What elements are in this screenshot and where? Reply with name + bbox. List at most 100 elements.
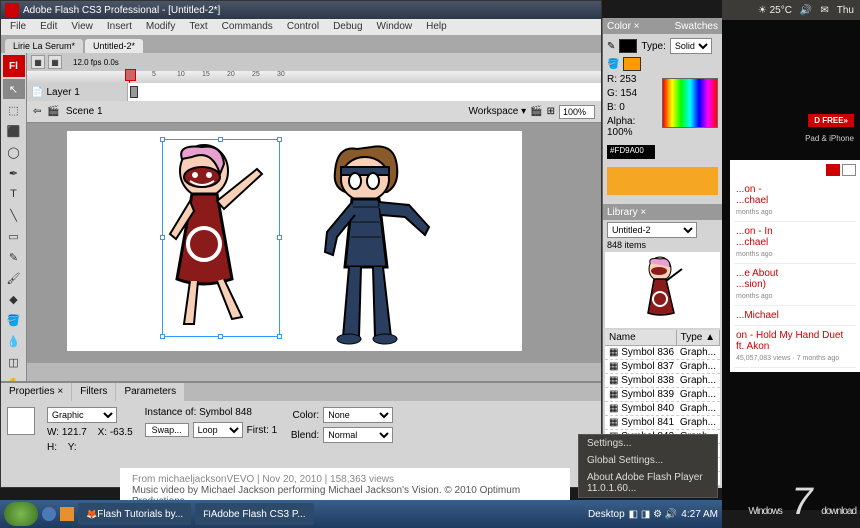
scene-name[interactable]: Scene 1 <box>66 106 103 117</box>
symbol-instance[interactable] <box>317 137 447 357</box>
related-video-item[interactable]: ...e About...sion)months ago <box>734 264 856 306</box>
timeline-btn[interactable]: ▦ <box>31 55 45 69</box>
menu-commands[interactable]: Commands <box>215 19 280 35</box>
free-transform-tool[interactable]: ⬛ <box>3 121 25 141</box>
related-video-item[interactable]: ...Michael <box>734 306 856 326</box>
volume-icon[interactable]: 🔊 <box>800 5 812 16</box>
text-tool[interactable]: T <box>3 184 25 204</box>
eyedropper-tool[interactable]: 💧 <box>3 331 25 351</box>
taskbar-item[interactable]: Fl Adobe Flash CS3 P... <box>195 503 313 525</box>
library-doc-select[interactable]: Untitled-2 <box>607 222 697 238</box>
col-type[interactable]: Type ▲ <box>677 330 720 345</box>
library-item[interactable]: ▦ Symbol 840Graph... <box>605 402 720 416</box>
blend-select[interactable]: Normal <box>323 427 393 443</box>
y-value[interactable]: Y: <box>68 442 77 453</box>
clock[interactable]: 4:27 AM <box>681 509 718 520</box>
menu-edit[interactable]: Edit <box>33 19 64 35</box>
related-video-item[interactable]: ...on - In...chaelmonths ago <box>734 222 856 264</box>
edit-symbol-icon[interactable]: ⊞ <box>547 106 555 117</box>
mail-icon[interactable]: ✉ <box>820 5 828 16</box>
grid-view-icon[interactable] <box>826 164 840 176</box>
timeline-ruler[interactable]: 151015202530 <box>27 71 601 83</box>
hex-input[interactable]: #FD9A00 <box>607 145 655 159</box>
menu-about[interactable]: About Adobe Flash Player 11.0.1.60... <box>579 469 717 497</box>
menu-help[interactable]: Help <box>419 19 454 35</box>
start-button[interactable] <box>4 502 38 526</box>
fill-icon[interactable]: 🪣 <box>607 59 619 70</box>
zoom-input[interactable] <box>559 105 595 119</box>
subselect-tool[interactable]: ⬚ <box>3 100 25 120</box>
playhead[interactable] <box>129 71 130 83</box>
fill-type-select[interactable]: Solid <box>670 38 712 54</box>
stroke-swatch[interactable] <box>619 39 637 53</box>
rectangle-tool[interactable]: ▭ <box>3 226 25 246</box>
menu-settings[interactable]: Settings... <box>579 435 717 452</box>
menu-file[interactable]: File <box>3 19 33 35</box>
menu-insert[interactable]: Insert <box>100 19 139 35</box>
taskbar-item[interactable]: 🦊 Flash Tutorials by... <box>78 503 191 525</box>
pen-tool[interactable]: ✒ <box>3 163 25 183</box>
tab-properties[interactable]: Properties × <box>1 383 71 401</box>
ink-bottle-tool[interactable]: ◆ <box>3 289 25 309</box>
color-select[interactable]: None <box>323 407 393 423</box>
menu-global-settings[interactable]: Global Settings... <box>579 452 717 469</box>
color-spectrum[interactable] <box>662 78 718 128</box>
timeline-layer[interactable]: 📄Layer 1 <box>27 83 601 101</box>
doc-tab[interactable]: Lirie La Serum* <box>5 39 83 53</box>
timeline-btn[interactable]: ▦ <box>48 55 62 69</box>
show-desktop[interactable]: Desktop <box>588 509 625 520</box>
tray-icons[interactable]: ◧ ◨ ⚙ 🔊 <box>629 509 678 520</box>
library-item[interactable]: ▦ Symbol 836Graph... <box>605 346 720 360</box>
menu-modify[interactable]: Modify <box>139 19 182 35</box>
selection-tool[interactable]: ↖ <box>3 79 25 99</box>
menu-view[interactable]: View <box>64 19 100 35</box>
brush-tool[interactable]: 🖌 <box>3 268 25 288</box>
edit-scene-icon[interactable]: 🎬 <box>530 106 542 117</box>
keyframe[interactable] <box>130 86 138 98</box>
ie-icon[interactable] <box>42 507 56 521</box>
stage-area[interactable] <box>27 123 601 363</box>
selection-bounds <box>162 139 280 337</box>
related-video-item[interactable]: ...on -...chaelmonths ago <box>734 180 856 222</box>
library-panel-header[interactable]: Library × <box>603 204 722 220</box>
fill-swatch[interactable] <box>623 57 641 71</box>
library-item[interactable]: ▦ Symbol 841Graph... <box>605 416 720 430</box>
x-value[interactable]: X: -63.5 <box>98 427 133 438</box>
width-value[interactable]: W: 121.7 <box>47 427 87 438</box>
tab-parameters[interactable]: Parameters <box>116 383 184 401</box>
b-value[interactable]: B: 0 <box>607 102 625 113</box>
library-item[interactable]: ▦ Symbol 839Graph... <box>605 388 720 402</box>
color-panel-header[interactable]: Color ×Swatches <box>603 18 722 34</box>
stage-canvas[interactable] <box>67 131 522 351</box>
tab-filters[interactable]: Filters <box>72 383 115 401</box>
height-value[interactable]: H: <box>47 442 57 453</box>
loop-select[interactable]: Loop <box>193 422 243 438</box>
eraser-tool[interactable]: ◫ <box>3 352 25 372</box>
line-tool[interactable]: ╲ <box>3 205 25 225</box>
back-icon[interactable]: ⇦ <box>33 106 41 117</box>
stroke-icon[interactable]: ✎ <box>607 41 615 52</box>
first-frame[interactable]: First: 1 <box>247 425 278 436</box>
menu-control[interactable]: Control <box>280 19 326 35</box>
r-value[interactable]: R: 253 <box>607 74 636 85</box>
instance-type-select[interactable]: Graphic <box>47 407 117 423</box>
library-item[interactable]: ▦ Symbol 837Graph... <box>605 360 720 374</box>
workspace-dropdown[interactable]: Workspace ▾ <box>469 106 527 117</box>
titlebar[interactable]: Adobe Flash CS3 Professional - [Untitled… <box>1 1 601 19</box>
menu-text[interactable]: Text <box>182 19 214 35</box>
doc-tab-active[interactable]: Untitled-2* <box>85 39 143 53</box>
related-video-item[interactable]: on - Hold My Hand Duet ft. Akon45,057,08… <box>734 326 856 368</box>
list-view-icon[interactable] <box>842 164 856 176</box>
pencil-tool[interactable]: ✎ <box>3 247 25 267</box>
lasso-tool[interactable]: ◯ <box>3 142 25 162</box>
library-item[interactable]: ▦ Symbol 838Graph... <box>605 374 720 388</box>
alpha-value[interactable]: Alpha: 100% <box>607 116 662 138</box>
swap-button[interactable]: Swap... <box>145 423 189 437</box>
explorer-icon[interactable] <box>60 507 74 521</box>
menu-window[interactable]: Window <box>370 19 420 35</box>
col-name[interactable]: Name <box>605 330 677 345</box>
free-badge[interactable]: D FREE» <box>808 114 854 127</box>
menu-debug[interactable]: Debug <box>326 19 369 35</box>
paint-bucket-tool[interactable]: 🪣 <box>3 310 25 330</box>
g-value[interactable]: G: 154 <box>607 88 637 99</box>
